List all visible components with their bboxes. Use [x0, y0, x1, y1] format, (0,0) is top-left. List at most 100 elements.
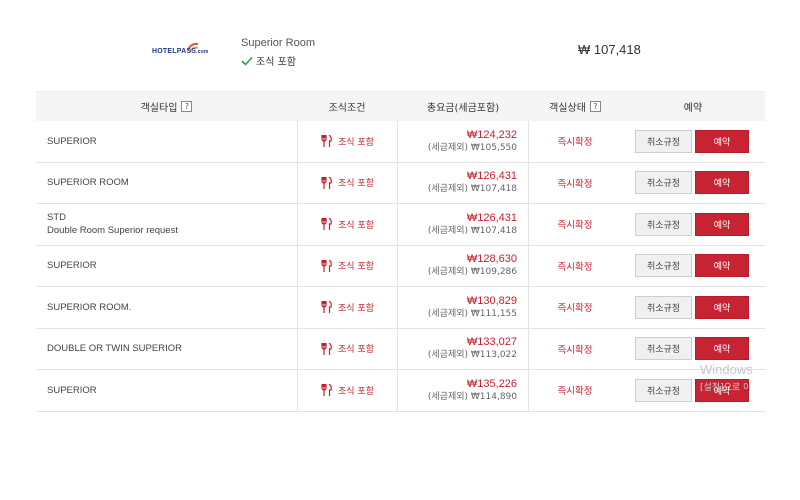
table-row: SUPERIOR 조식 포함 ₩128,630 (세금제외) ₩109,286 …: [36, 245, 765, 287]
breakfast-condition-label: 조식 포함: [338, 345, 374, 356]
room-status: 즉시확정: [557, 220, 593, 232]
cancellation-policy-button[interactable]: 취소규정: [635, 337, 692, 361]
table-row: STD Double Room Superior request 조식 포함 ₩…: [36, 204, 765, 246]
table-row: DOUBLE OR TWIN SUPERIOR 조식 포함 ₩133,027 (…: [36, 328, 765, 370]
rate-table: 객실타입 ? 조식조건 총요금(세금포함) 객실상태 ? 예약 SUPERIOR…: [36, 91, 765, 412]
lowest-price: ₩ 107,418: [578, 42, 641, 57]
fork-knife-icon: [321, 342, 332, 355]
breakfast-condition-cell: 조식 포함: [297, 162, 397, 203]
price-cell: ₩128,630 (세금제외) ₩109,286: [397, 245, 529, 286]
cancellation-policy-button[interactable]: 취소규정: [635, 212, 692, 236]
room-type-name: SUPERIOR ROOM.: [47, 301, 132, 313]
room-type-name: SUPERIOR ROOM: [47, 177, 129, 189]
price-cell: ₩130,829 (세금제외) ₩111,155: [397, 287, 529, 328]
room-type-cell: SUPERIOR: [36, 370, 297, 411]
room-type-cell: SUPERIOR ROOM.: [36, 287, 297, 328]
table-header: 객실타입 ? 조식조건 총요금(세금포함) 객실상태 ? 예약: [36, 91, 765, 121]
book-button[interactable]: 예약: [695, 171, 749, 195]
price-excluding-tax: (세금제외) ₩107,418: [427, 184, 517, 195]
price-excluding-tax: (세금제외) ₩111,155: [427, 308, 517, 319]
help-icon[interactable]: ?: [589, 101, 601, 112]
fork-knife-icon: [321, 218, 332, 231]
room-type-cell: SUPERIOR: [36, 121, 297, 162]
fork-knife-icon: [321, 301, 332, 314]
header-total: 총요금(세금포함): [426, 103, 500, 114]
total-price: ₩126,431: [466, 211, 517, 224]
fork-knife-icon: [321, 135, 332, 148]
room-type-detail: Double Room Superior request: [47, 225, 178, 237]
room-type-cell: SUPERIOR: [36, 246, 297, 287]
room-name: Superior Room: [241, 37, 315, 49]
total-price: ₩130,829: [466, 294, 517, 307]
fork-knife-icon: [321, 384, 332, 397]
header-reserve: 예약: [683, 103, 703, 114]
fork-knife-icon: [321, 259, 332, 272]
breakfast-condition-label: 조식 포함: [338, 386, 374, 397]
table-row: SUPERIOR 조식 포함 ₩135,226 (세금제외) ₩114,890 …: [36, 370, 765, 412]
price-excluding-tax: (세금제외) ₩114,890: [427, 391, 517, 402]
room-status: 즉시확정: [557, 178, 593, 190]
header-status: 객실상태 ?: [529, 92, 621, 121]
hotelpass-logo: HOTELPASS.com: [152, 41, 208, 63]
price-cell: ₩124,232 (세금제외) ₩105,550: [397, 121, 529, 162]
total-price: ₩126,431: [466, 170, 517, 183]
status-cell: 즉시확정: [529, 370, 621, 411]
total-price: ₩135,226: [466, 377, 517, 390]
status-cell: 즉시확정: [529, 163, 621, 204]
header-condition: 조식조건: [328, 103, 366, 114]
price-cell: ₩126,431 (세금제외) ₩107,418: [397, 162, 529, 203]
actions-cell: 취소규정 예약: [621, 287, 765, 328]
room-status: 즉시확정: [557, 386, 593, 398]
cancellation-policy-button[interactable]: 취소규정: [635, 378, 692, 402]
cancellation-policy-button[interactable]: 취소규정: [635, 295, 692, 319]
breakfast-condition-label: 조식 포함: [338, 179, 374, 190]
table-row: SUPERIOR ROOM 조식 포함 ₩126,431 (세금제외) ₩107…: [36, 162, 765, 204]
total-price: ₩124,232: [466, 128, 517, 141]
total-price: ₩133,027: [466, 336, 517, 349]
book-button[interactable]: 예약: [695, 337, 749, 361]
status-cell: 즉시확정: [529, 287, 621, 328]
breakfast-condition-cell: 조식 포함: [297, 204, 397, 245]
hotel-summary: HOTELPASS.com Superior Room 조식 포함 ₩ 107,…: [0, 0, 800, 90]
table-row: SUPERIOR ROOM. 조식 포함 ₩130,829 (세금제외) ₩11…: [36, 287, 765, 329]
header-room-type: 객실타입 ?: [36, 92, 297, 121]
checkmark-icon: [241, 56, 253, 66]
cancellation-policy-button[interactable]: 취소규정: [635, 129, 692, 153]
status-cell: 즉시확정: [529, 121, 621, 162]
room-type-cell: SUPERIOR ROOM: [36, 163, 297, 204]
actions-cell: 취소규정 예약: [621, 121, 765, 162]
actions-cell: 취소규정 예약: [621, 246, 765, 287]
breakfast-condition-label: 조식 포함: [338, 262, 374, 273]
table-body: SUPERIOR 조식 포함 ₩124,232 (세금제외) ₩105,550 …: [36, 121, 765, 412]
room-type-name: SUPERIOR: [47, 384, 97, 396]
cancellation-policy-button[interactable]: 취소규정: [635, 254, 692, 278]
windows-activation-subtext: [설정]으로 이: [700, 383, 752, 393]
room-type-name: STD: [47, 212, 66, 224]
price-cell: ₩133,027 (세금제외) ₩113,022: [397, 328, 529, 369]
book-button[interactable]: 예약: [695, 212, 749, 236]
book-button[interactable]: 예약: [695, 295, 749, 319]
table-row: SUPERIOR 조식 포함 ₩124,232 (세금제외) ₩105,550 …: [36, 121, 765, 163]
help-icon[interactable]: ?: [181, 101, 193, 112]
breakfast-included: 조식 포함: [241, 53, 296, 68]
windows-activation-watermark: Windows: [700, 362, 753, 377]
logo-suffix: .com: [196, 49, 209, 55]
price-excluding-tax: (세금제외) ₩107,418: [427, 225, 517, 236]
logo-text: HOTELPASS.com: [152, 48, 209, 55]
actions-cell: 취소규정 예약: [621, 163, 765, 204]
cancellation-policy-button[interactable]: 취소규정: [635, 171, 692, 195]
book-button[interactable]: 예약: [695, 254, 749, 278]
book-button[interactable]: 예약: [695, 129, 749, 153]
room-type-cell: STD Double Room Superior request: [36, 204, 297, 245]
price-excluding-tax: (세금제외) ₩113,022: [427, 350, 517, 361]
breakfast-condition-cell: 조식 포함: [297, 121, 397, 162]
room-status: 즉시확정: [557, 303, 593, 315]
breakfast-condition-cell: 조식 포함: [297, 287, 397, 328]
total-price: ₩128,630: [466, 253, 517, 266]
room-type-cell: DOUBLE OR TWIN SUPERIOR: [36, 329, 297, 370]
status-cell: 즉시확정: [529, 204, 621, 245]
room-status: 즉시확정: [557, 261, 593, 273]
breakfast-condition-label: 조식 포함: [338, 220, 374, 231]
actions-cell: 취소규정 예약: [621, 204, 765, 245]
room-status: 즉시확정: [557, 137, 593, 149]
